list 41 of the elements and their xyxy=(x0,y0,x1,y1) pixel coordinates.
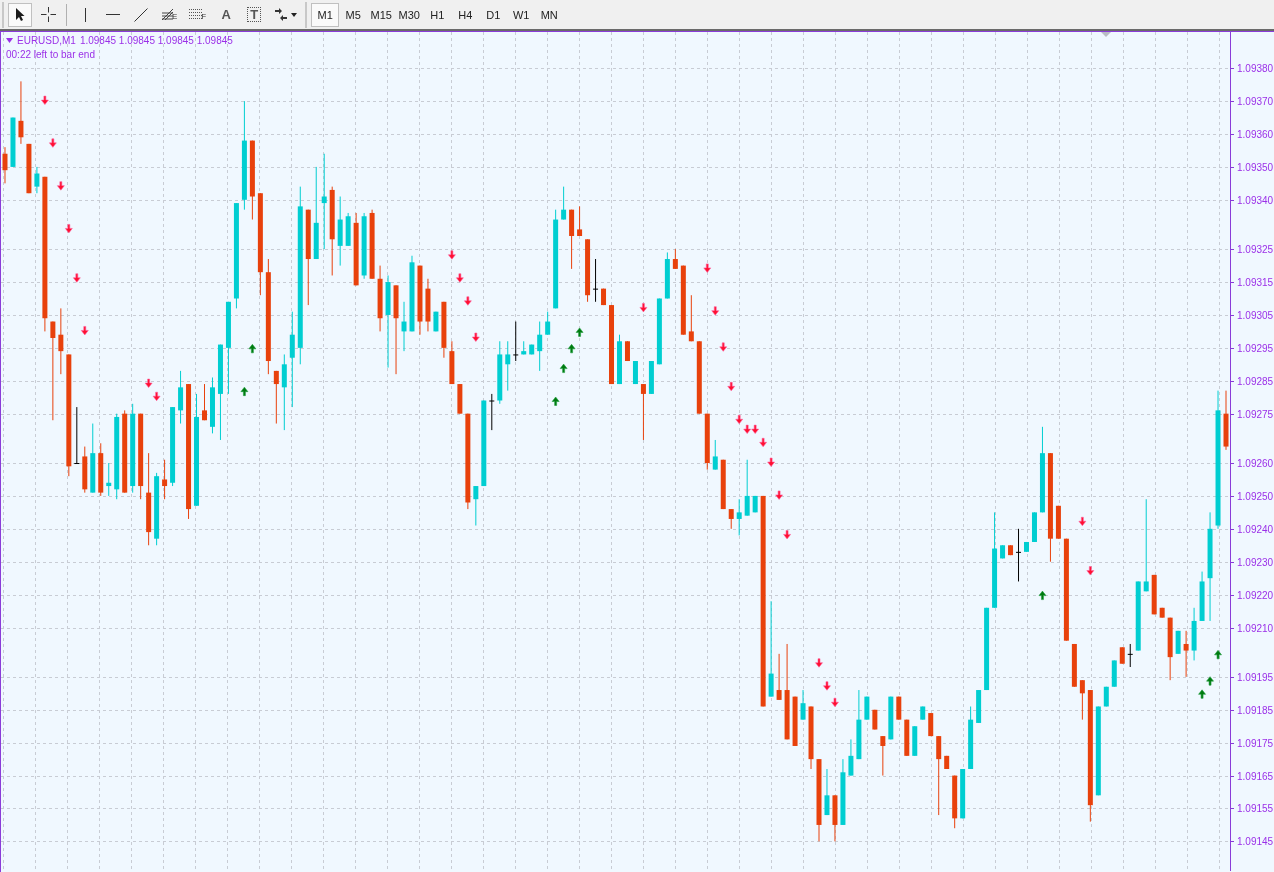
price-label: 1.09145 xyxy=(1237,836,1274,847)
price-label: 1.09165 xyxy=(1237,771,1274,782)
text-label-icon: T xyxy=(247,7,262,22)
price-label: 1.09240 xyxy=(1237,524,1274,535)
price-label: 1.09350 xyxy=(1237,162,1274,173)
price-label: 1.09325 xyxy=(1237,244,1274,255)
ohlc-values: 1.09845 1.09845 1.09845 1.09845 xyxy=(79,34,233,47)
text-button[interactable]: A xyxy=(214,2,239,27)
price-label: 1.09175 xyxy=(1237,738,1274,749)
price-label: 1.09260 xyxy=(1237,458,1274,469)
price-label: 1.09185 xyxy=(1237,705,1274,716)
timeframe-button[interactable]: H1 xyxy=(423,2,452,27)
timeframe-button[interactable]: D1 xyxy=(479,2,508,27)
price-label: 1.09210 xyxy=(1237,623,1274,634)
fibonacci-grid-button[interactable]: F xyxy=(185,2,211,27)
bar-countdown: 00:22 left to bar end xyxy=(6,48,96,61)
price-label: 1.09285 xyxy=(1237,376,1274,387)
timeframe-button[interactable]: M5 xyxy=(339,2,368,27)
price-label: 1.09295 xyxy=(1237,343,1274,354)
price-label: 1.09230 xyxy=(1237,557,1274,568)
price-label: 1.09380 xyxy=(1237,63,1274,74)
timeframe-button[interactable]: W1 xyxy=(507,2,536,27)
timeframe-button[interactable]: M1 xyxy=(311,2,340,27)
timeframe-button[interactable]: H4 xyxy=(451,2,480,27)
price-label: 1.09155 xyxy=(1237,803,1274,814)
symbol-label: EURUSD,M1 xyxy=(17,34,76,47)
price-label: 1.09360 xyxy=(1237,129,1274,140)
fibonacci-button[interactable]: E xyxy=(157,2,182,27)
timeframe-button[interactable]: MN xyxy=(535,2,564,27)
price-label: 1.09195 xyxy=(1237,672,1274,683)
text-label-button[interactable]: T xyxy=(242,2,267,27)
price-label: 1.09370 xyxy=(1237,96,1274,107)
price-label: 1.09315 xyxy=(1237,277,1274,288)
text-tool-icon: A xyxy=(221,7,231,22)
timeframe-button[interactable]: M15 xyxy=(367,2,396,27)
price-label: 1.09305 xyxy=(1237,310,1274,321)
timeframe-button[interactable]: M30 xyxy=(395,2,424,27)
price-label: 1.09250 xyxy=(1237,491,1274,502)
price-label: 1.09220 xyxy=(1237,590,1274,601)
price-label: 1.09275 xyxy=(1237,409,1274,420)
price-label: 1.09340 xyxy=(1237,195,1274,206)
